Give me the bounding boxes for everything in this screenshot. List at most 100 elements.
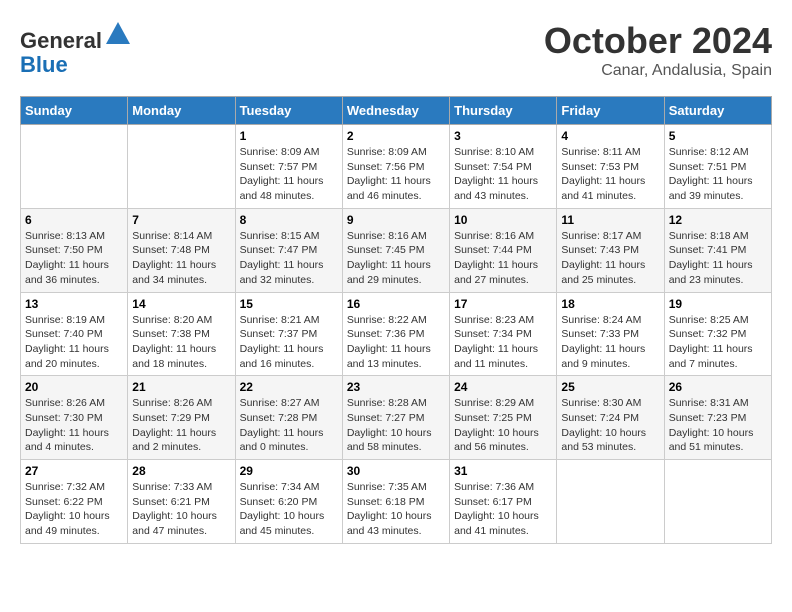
day-number: 22 — [240, 380, 338, 394]
day-info: Sunrise: 8:22 AM Sunset: 7:36 PM Dayligh… — [347, 313, 445, 372]
day-cell — [128, 125, 235, 209]
day-cell: 20 Sunrise: 8:26 AM Sunset: 7:30 PM Dayli… — [21, 376, 128, 460]
day-number: 28 — [132, 464, 230, 478]
day-number: 1 — [240, 129, 338, 143]
day-number: 14 — [132, 297, 230, 311]
day-cell — [664, 460, 771, 544]
day-info: Sunrise: 8:31 AM Sunset: 7:23 PM Dayligh… — [669, 396, 767, 455]
day-info: Sunrise: 8:24 AM Sunset: 7:33 PM Dayligh… — [561, 313, 659, 372]
day-info: Sunrise: 8:17 AM Sunset: 7:43 PM Dayligh… — [561, 229, 659, 288]
day-number: 8 — [240, 213, 338, 227]
day-cell: 27 Sunrise: 7:32 AM Sunset: 6:22 PM Dayli… — [21, 460, 128, 544]
header-cell-thursday: Thursday — [450, 97, 557, 125]
week-row-5: 27 Sunrise: 7:32 AM Sunset: 6:22 PM Dayli… — [21, 460, 772, 544]
day-info: Sunrise: 8:18 AM Sunset: 7:41 PM Dayligh… — [669, 229, 767, 288]
day-number: 20 — [25, 380, 123, 394]
day-info: Sunrise: 7:34 AM Sunset: 6:20 PM Dayligh… — [240, 480, 338, 539]
day-cell: 29 Sunrise: 7:34 AM Sunset: 6:20 PM Dayli… — [235, 460, 342, 544]
month-title: October 2024 — [544, 20, 772, 62]
day-number: 26 — [669, 380, 767, 394]
day-cell: 7 Sunrise: 8:14 AM Sunset: 7:48 PM Daylig… — [128, 208, 235, 292]
location: Canar, Andalusia, Spain — [544, 62, 772, 80]
calendar-body: 1Sunrise: 8:09 AM Sunset: 7:57 PM Daylig… — [21, 125, 772, 544]
day-cell: 21 Sunrise: 8:26 AM Sunset: 7:29 PM Dayli… — [128, 376, 235, 460]
day-cell: 25 Sunrise: 8:30 AM Sunset: 7:24 PM Dayli… — [557, 376, 664, 460]
day-info: Sunrise: 7:32 AM Sunset: 6:22 PM Dayligh… — [25, 480, 123, 539]
day-number: 27 — [25, 464, 123, 478]
logo-blue: Blue — [20, 52, 68, 77]
day-cell: 17 Sunrise: 8:23 AM Sunset: 7:34 PM Dayli… — [450, 292, 557, 376]
day-info: Sunrise: 7:36 AM Sunset: 6:17 PM Dayligh… — [454, 480, 552, 539]
day-cell: 24 Sunrise: 8:29 AM Sunset: 7:25 PM Dayli… — [450, 376, 557, 460]
title-block: October 2024 Canar, Andalusia, Spain — [544, 20, 772, 80]
day-info: Sunrise: 8:11 AM Sunset: 7:53 PM Dayligh… — [561, 145, 659, 204]
day-number: 11 — [561, 213, 659, 227]
day-info: Sunrise: 7:33 AM Sunset: 6:21 PM Dayligh… — [132, 480, 230, 539]
day-info: Sunrise: 8:21 AM Sunset: 7:37 PM Dayligh… — [240, 313, 338, 372]
header-cell-friday: Friday — [557, 97, 664, 125]
day-cell — [557, 460, 664, 544]
day-info: Sunrise: 8:19 AM Sunset: 7:40 PM Dayligh… — [25, 313, 123, 372]
day-number: 24 — [454, 380, 552, 394]
day-info: Sunrise: 8:20 AM Sunset: 7:38 PM Dayligh… — [132, 313, 230, 372]
day-info: Sunrise: 8:16 AM Sunset: 7:44 PM Dayligh… — [454, 229, 552, 288]
header-cell-wednesday: Wednesday — [342, 97, 449, 125]
day-cell: 3 Sunrise: 8:10 AM Sunset: 7:54 PM Daylig… — [450, 125, 557, 209]
day-info: Sunrise: 8:14 AM Sunset: 7:48 PM Dayligh… — [132, 229, 230, 288]
day-cell: 15 Sunrise: 8:21 AM Sunset: 7:37 PM Dayli… — [235, 292, 342, 376]
day-cell: 4 Sunrise: 8:11 AM Sunset: 7:53 PM Daylig… — [557, 125, 664, 209]
day-number: 4 — [561, 129, 659, 143]
day-number: 31 — [454, 464, 552, 478]
day-info: Sunrise: 8:25 AM Sunset: 7:32 PM Dayligh… — [669, 313, 767, 372]
day-number: 7 — [132, 213, 230, 227]
day-info: Sunrise: 8:10 AM Sunset: 7:54 PM Dayligh… — [454, 145, 552, 204]
day-number: 18 — [561, 297, 659, 311]
day-info: Sunrise: 7:35 AM Sunset: 6:18 PM Dayligh… — [347, 480, 445, 539]
day-cell: 12Sunrise: 8:18 AM Sunset: 7:41 PM Dayli… — [664, 208, 771, 292]
day-info: Sunrise: 8:09 AM Sunset: 7:56 PM Dayligh… — [347, 145, 445, 204]
day-number: 15 — [240, 297, 338, 311]
header-cell-monday: Monday — [128, 97, 235, 125]
day-info: Sunrise: 8:23 AM Sunset: 7:34 PM Dayligh… — [454, 313, 552, 372]
day-info: Sunrise: 8:16 AM Sunset: 7:45 PM Dayligh… — [347, 229, 445, 288]
day-number: 5 — [669, 129, 767, 143]
day-cell: 22 Sunrise: 8:27 AM Sunset: 7:28 PM Dayli… — [235, 376, 342, 460]
day-number: 9 — [347, 213, 445, 227]
header-cell-tuesday: Tuesday — [235, 97, 342, 125]
day-number: 3 — [454, 129, 552, 143]
day-info: Sunrise: 8:13 AM Sunset: 7:50 PM Dayligh… — [25, 229, 123, 288]
day-cell: 11 Sunrise: 8:17 AM Sunset: 7:43 PM Dayli… — [557, 208, 664, 292]
day-cell: 26 Sunrise: 8:31 AM Sunset: 7:23 PM Dayli… — [664, 376, 771, 460]
calendar-table: SundayMondayTuesdayWednesdayThursdayFrid… — [20, 96, 772, 544]
day-info: Sunrise: 8:26 AM Sunset: 7:30 PM Dayligh… — [25, 396, 123, 455]
day-cell: 10 Sunrise: 8:16 AM Sunset: 7:44 PM Dayli… — [450, 208, 557, 292]
day-number: 25 — [561, 380, 659, 394]
week-row-1: 1Sunrise: 8:09 AM Sunset: 7:57 PM Daylig… — [21, 125, 772, 209]
day-number: 17 — [454, 297, 552, 311]
day-cell: 1Sunrise: 8:09 AM Sunset: 7:57 PM Daylig… — [235, 125, 342, 209]
day-number: 13 — [25, 297, 123, 311]
day-cell: 30Sunrise: 7:35 AM Sunset: 6:18 PM Dayli… — [342, 460, 449, 544]
day-info: Sunrise: 8:30 AM Sunset: 7:24 PM Dayligh… — [561, 396, 659, 455]
logo: General Blue — [20, 20, 132, 77]
week-row-3: 13 Sunrise: 8:19 AM Sunset: 7:40 PM Dayli… — [21, 292, 772, 376]
day-cell: 14 Sunrise: 8:20 AM Sunset: 7:38 PM Dayli… — [128, 292, 235, 376]
day-info: Sunrise: 8:29 AM Sunset: 7:25 PM Dayligh… — [454, 396, 552, 455]
day-info: Sunrise: 8:26 AM Sunset: 7:29 PM Dayligh… — [132, 396, 230, 455]
logo-general: General — [20, 28, 102, 53]
day-number: 29 — [240, 464, 338, 478]
day-cell: 31 Sunrise: 7:36 AM Sunset: 6:17 PM Dayli… — [450, 460, 557, 544]
day-info: Sunrise: 8:27 AM Sunset: 7:28 PM Dayligh… — [240, 396, 338, 455]
day-info: Sunrise: 8:15 AM Sunset: 7:47 PM Dayligh… — [240, 229, 338, 288]
day-number: 21 — [132, 380, 230, 394]
day-cell: 23Sunrise: 8:28 AM Sunset: 7:27 PM Dayli… — [342, 376, 449, 460]
day-number: 6 — [25, 213, 123, 227]
page-header: General Blue October 2024 Canar, Andalus… — [20, 20, 772, 80]
day-info: Sunrise: 8:12 AM Sunset: 7:51 PM Dayligh… — [669, 145, 767, 204]
day-cell: 16Sunrise: 8:22 AM Sunset: 7:36 PM Dayli… — [342, 292, 449, 376]
week-row-4: 20 Sunrise: 8:26 AM Sunset: 7:30 PM Dayli… — [21, 376, 772, 460]
week-row-2: 6 Sunrise: 8:13 AM Sunset: 7:50 PM Daylig… — [21, 208, 772, 292]
day-number: 10 — [454, 213, 552, 227]
day-cell: 9 Sunrise: 8:16 AM Sunset: 7:45 PM Daylig… — [342, 208, 449, 292]
day-cell: 13 Sunrise: 8:19 AM Sunset: 7:40 PM Dayli… — [21, 292, 128, 376]
